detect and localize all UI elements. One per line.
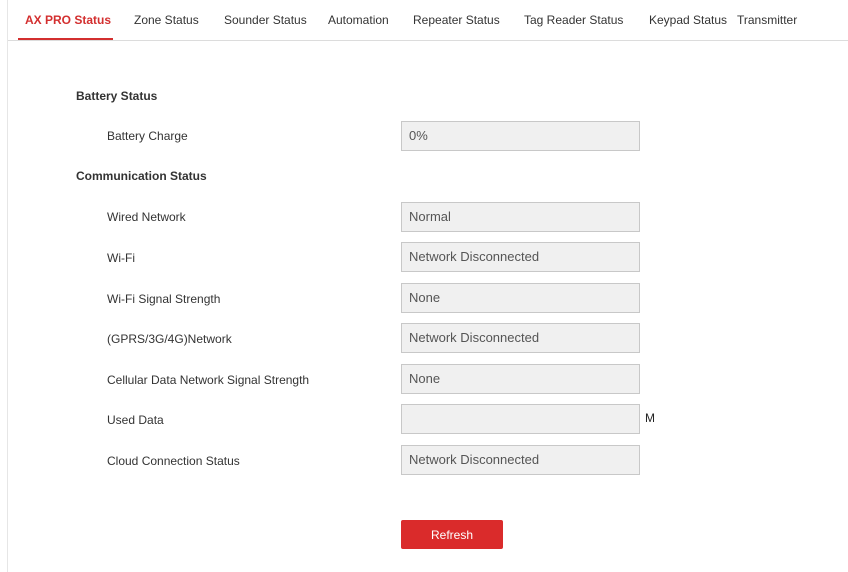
communication-status-heading: Communication Status [76,169,207,183]
used-data-unit: M [645,411,655,425]
cellular-signal-label: Cellular Data Network Signal Strength [107,373,310,387]
tab-bar: AX PRO Status Zone Status Sounder Status… [8,0,848,41]
wifi-signal-label: Wi-Fi Signal Strength [107,292,221,306]
wired-network-field: Normal [401,202,640,232]
tab-automation[interactable]: Automation [328,0,389,40]
cloud-status-field: Network Disconnected [401,445,640,475]
cloud-status-label: Cloud Connection Status [107,454,240,468]
wired-network-label: Wired Network [107,210,186,224]
cellular-network-label: (GPRS/3G/4G)Network [107,332,232,346]
battery-status-heading: Battery Status [76,89,158,103]
tab-keypad-status[interactable]: Keypad Status [649,0,727,40]
tab-ax-pro-status[interactable]: AX PRO Status [25,0,111,40]
battery-charge-field: 0% [401,121,640,151]
wifi-field: Network Disconnected [401,242,640,272]
used-data-field [401,404,640,434]
refresh-button[interactable]: Refresh [401,520,503,549]
wifi-label: Wi-Fi [107,251,135,265]
active-tab-indicator [18,38,113,40]
left-border [7,0,8,572]
tab-tag-reader-status[interactable]: Tag Reader Status [524,0,623,40]
cellular-network-field: Network Disconnected [401,323,640,353]
tab-repeater-status[interactable]: Repeater Status [413,0,500,40]
used-data-label: Used Data [107,413,164,427]
battery-charge-label: Battery Charge [107,129,188,143]
cellular-signal-field: None [401,364,640,394]
wifi-signal-field: None [401,283,640,313]
tab-zone-status[interactable]: Zone Status [134,0,199,40]
tab-sounder-status[interactable]: Sounder Status [224,0,307,40]
tab-transmitter[interactable]: Transmitter [737,0,797,40]
